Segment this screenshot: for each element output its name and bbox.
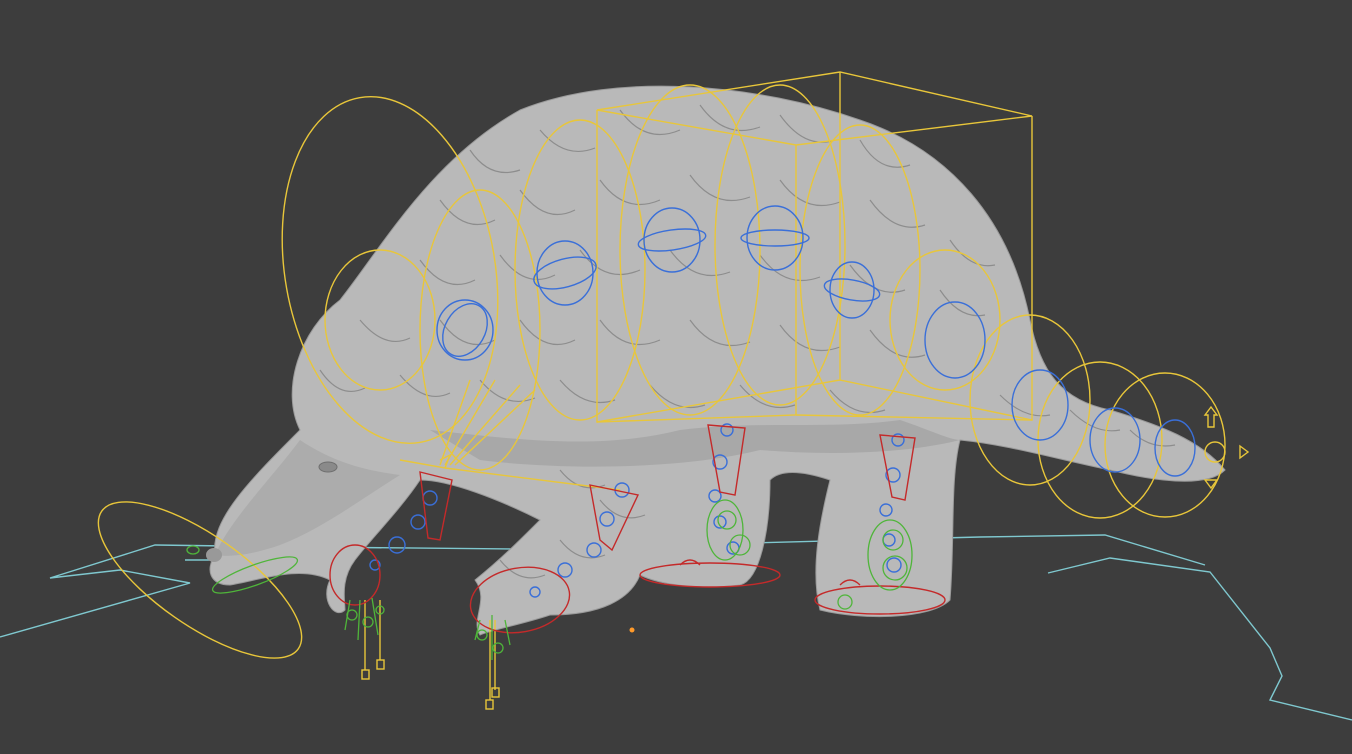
pangolin-model[interactable] xyxy=(206,85,1226,636)
3d-viewport[interactable] xyxy=(0,0,1352,754)
3d-origin-icon[interactable] xyxy=(629,627,635,633)
viewport-canvas[interactable] xyxy=(0,0,1352,754)
